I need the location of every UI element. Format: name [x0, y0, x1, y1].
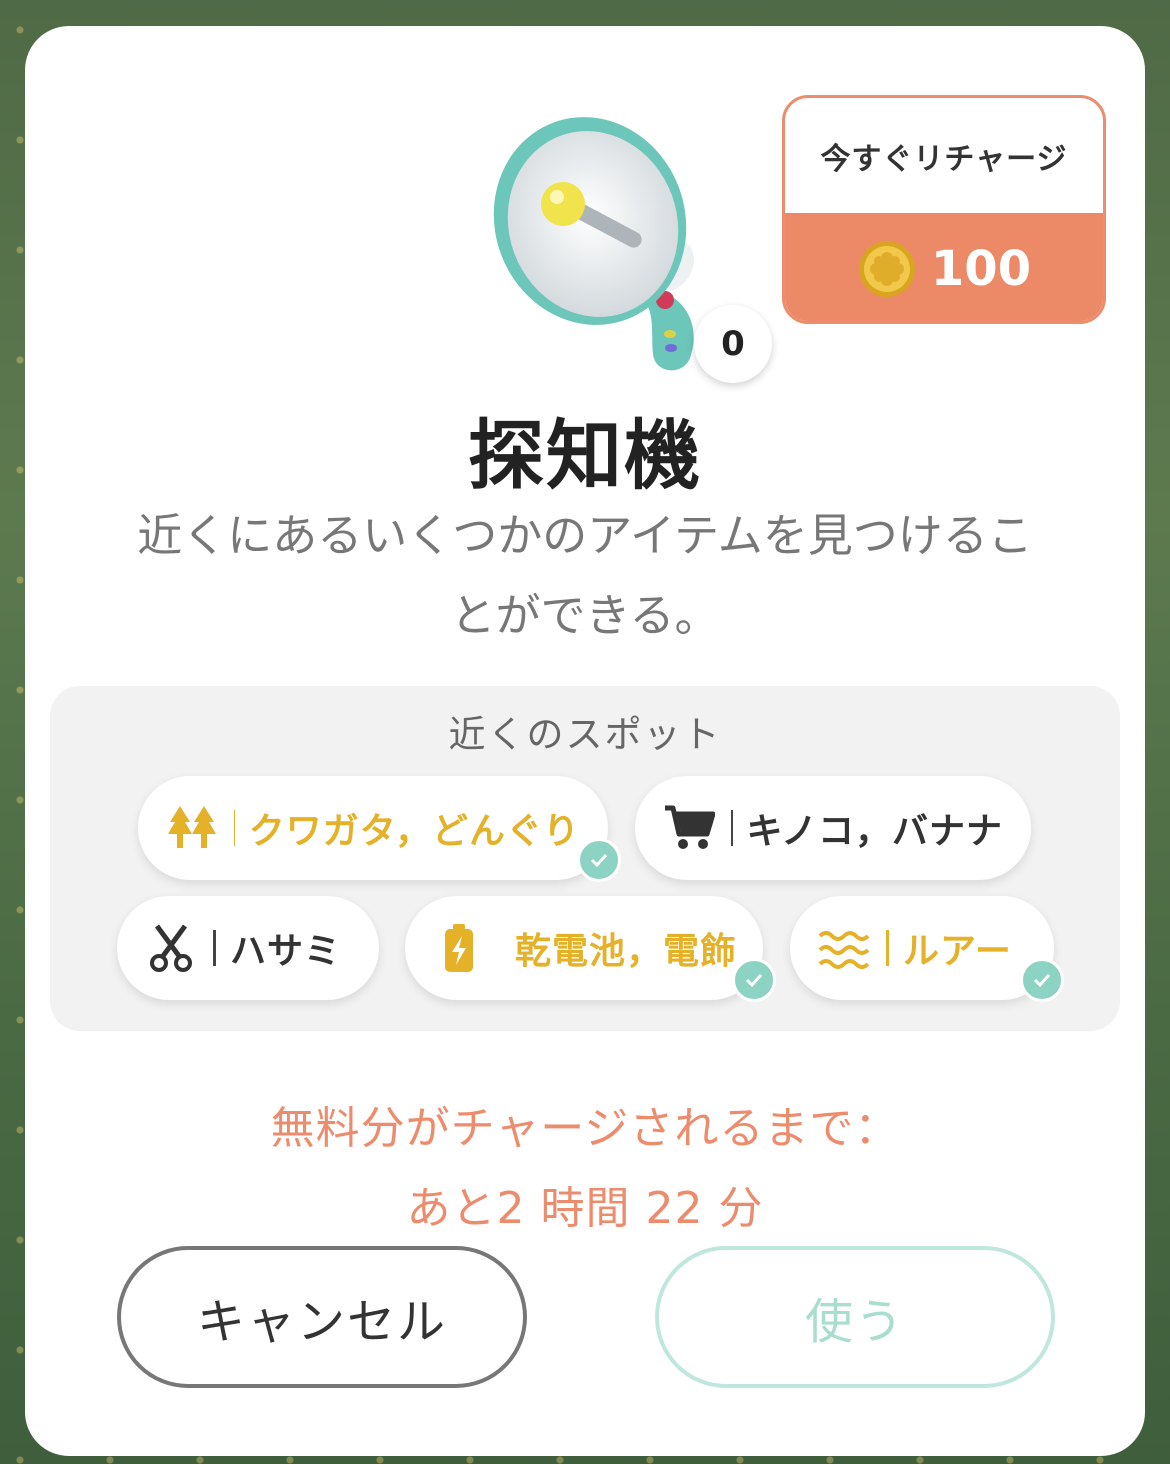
use-button[interactable]: 使う: [655, 1246, 1055, 1388]
recharge-cost-value: 100: [930, 240, 1032, 297]
recharge-now-button[interactable]: 今すぐリチャージ 100: [782, 95, 1106, 324]
chip-separator: [886, 930, 889, 966]
spot-chip-label: ルアー: [903, 931, 1012, 972]
chip-separator: [213, 930, 216, 966]
check-icon: [732, 958, 776, 1002]
spot-chip-label: クワガタ，どんぐり: [248, 811, 580, 852]
item-description: 近くにあるいくつかのアイテムを見つけるこ とができる。: [85, 496, 1085, 656]
timer-remaining: あと2 時間 22 分: [406, 1183, 764, 1234]
check-icon: [577, 838, 621, 882]
cart-icon: [663, 802, 715, 854]
item-count-badge: 0: [694, 305, 772, 383]
scissors-icon: [145, 922, 197, 974]
chip-separator: [731, 810, 733, 846]
recharge-label: 今すぐリチャージ: [820, 141, 1068, 177]
spot-chip-tools[interactable]: ハサミ: [117, 896, 379, 1000]
check-icon: [1020, 958, 1064, 1002]
gold-coin-icon: [858, 240, 915, 297]
nearby-spots-panel: 近くのスポット クワガタ，どんぐり キノコ，バナナ ハサミ 乾電池，電飾 ルアー: [50, 686, 1120, 1031]
spot-chip-label: ハサミ: [230, 931, 342, 972]
spot-chip-label: 乾電池，電飾: [515, 931, 738, 972]
megaphone-detector-icon: [493, 117, 694, 371]
trees-icon: [166, 802, 218, 854]
spot-chip-label: キノコ，バナナ: [746, 811, 1003, 852]
waves-icon: [818, 922, 870, 974]
spot-chip-shop[interactable]: キノコ，バナナ: [635, 776, 1031, 880]
free-recharge-timer: 無料分がチャージされるまで： あと2 時間 22 分: [25, 1089, 1145, 1249]
spot-chip-electronics[interactable]: 乾電池，電飾: [405, 896, 763, 1000]
spot-chip-forest[interactable]: クワガタ，どんぐり: [138, 776, 608, 880]
item-title: 探知機: [468, 411, 702, 500]
battery-icon: [433, 922, 485, 974]
chip-separator: [234, 810, 235, 846]
timer-label: 無料分がチャージされるまで：: [270, 1103, 900, 1154]
cancel-button[interactable]: キャンセル: [117, 1246, 527, 1388]
recharge-cost-bar: 100: [785, 213, 1103, 321]
nearby-spots-heading: 近くのスポット: [448, 713, 722, 756]
item-dialog: 0 今すぐリチャージ 100 探知機 近くにあるいくつかのアイテムを見つけるこ …: [25, 26, 1145, 1456]
description-line-2: とができる。: [450, 589, 720, 642]
spot-chip-water[interactable]: ルアー: [790, 896, 1054, 1000]
description-line-1: 近くにあるいくつかのアイテムを見つけるこ: [137, 509, 1033, 562]
